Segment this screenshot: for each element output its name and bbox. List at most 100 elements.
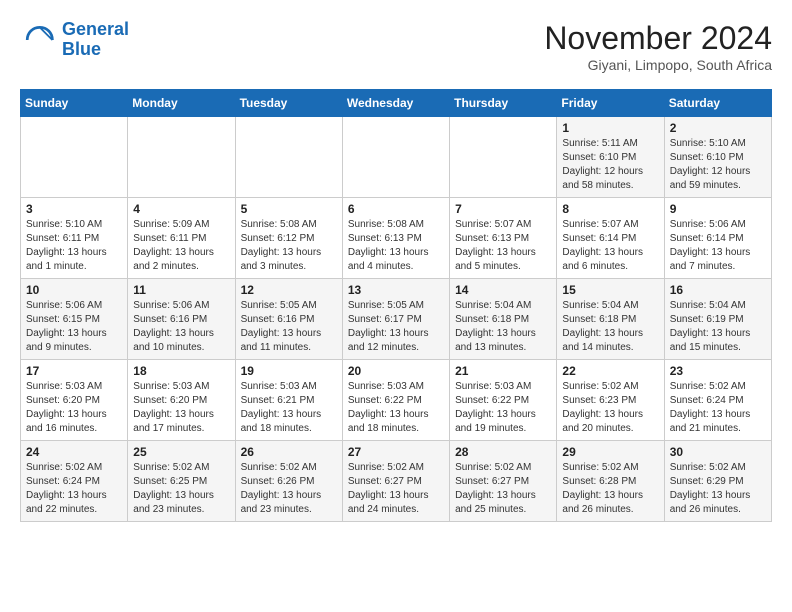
calendar-body: 1Sunrise: 5:11 AM Sunset: 6:10 PM Daylig… xyxy=(21,117,772,522)
day-info: Sunrise: 5:04 AM Sunset: 6:18 PM Dayligh… xyxy=(562,299,658,355)
calendar-day-cell: 17Sunrise: 5:03 AM Sunset: 6:20 PM Dayli… xyxy=(21,360,128,441)
day-info: Sunrise: 5:02 AM Sunset: 6:24 PM Dayligh… xyxy=(670,380,766,436)
day-number: 26 xyxy=(241,445,337,459)
calendar-day-cell: 26 Sunrise: 5:02 AM Sunset: 6:26 PM Dayli… xyxy=(235,441,342,522)
day-number: 3 xyxy=(26,202,122,216)
calendar-day-cell xyxy=(342,117,449,198)
calendar-day-cell: 29 Sunrise: 5:02 AM Sunset: 6:28 PM Dayli… xyxy=(557,441,664,522)
calendar-day-cell: 1Sunrise: 5:11 AM Sunset: 6:10 PM Daylig… xyxy=(557,117,664,198)
calendar-weekday-header: Tuesday xyxy=(235,90,342,117)
day-number: 27 xyxy=(348,445,444,459)
calendar-week-row: 24 Sunrise: 5:02 AM Sunset: 6:24 PM Dayli… xyxy=(21,441,772,522)
calendar-weekday-header: Wednesday xyxy=(342,90,449,117)
day-number: 28 xyxy=(455,445,551,459)
calendar-day-cell: 12Sunrise: 5:05 AM Sunset: 6:16 PM Dayli… xyxy=(235,279,342,360)
calendar-day-cell: 3 Sunrise: 5:10 AM Sunset: 6:11 PM Daylig… xyxy=(21,198,128,279)
calendar-day-cell: 7 Sunrise: 5:07 AM Sunset: 6:13 PM Daylig… xyxy=(450,198,557,279)
day-info: Sunrise: 5:03 AM Sunset: 6:20 PM Dayligh… xyxy=(133,380,229,436)
day-info: Sunrise: 5:06 AM Sunset: 6:14 PM Dayligh… xyxy=(670,218,766,274)
day-number: 11 xyxy=(133,283,229,297)
day-info: Sunrise: 5:04 AM Sunset: 6:19 PM Dayligh… xyxy=(670,299,766,355)
day-number: 22 xyxy=(562,364,658,378)
calendar-day-cell: 14 Sunrise: 5:04 AM Sunset: 6:18 PM Dayli… xyxy=(450,279,557,360)
calendar-day-cell: 27 Sunrise: 5:02 AM Sunset: 6:27 PM Dayli… xyxy=(342,441,449,522)
calendar-day-cell: 8 Sunrise: 5:07 AM Sunset: 6:14 PM Daylig… xyxy=(557,198,664,279)
day-number: 8 xyxy=(562,202,658,216)
calendar-day-cell: 28 Sunrise: 5:02 AM Sunset: 6:27 PM Dayli… xyxy=(450,441,557,522)
logo-line1: General xyxy=(62,19,129,39)
day-info: Sunrise: 5:04 AM Sunset: 6:18 PM Dayligh… xyxy=(455,299,551,355)
day-number: 19 xyxy=(241,364,337,378)
calendar-day-cell: 13Sunrise: 5:05 AM Sunset: 6:17 PM Dayli… xyxy=(342,279,449,360)
day-info: Sunrise: 5:06 AM Sunset: 6:15 PM Dayligh… xyxy=(26,299,122,355)
day-number: 25 xyxy=(133,445,229,459)
day-number: 16 xyxy=(670,283,766,297)
day-number: 30 xyxy=(670,445,766,459)
day-info: Sunrise: 5:10 AM Sunset: 6:11 PM Dayligh… xyxy=(26,218,122,274)
day-number: 29 xyxy=(562,445,658,459)
logo-text: General Blue xyxy=(62,20,129,60)
day-number: 9 xyxy=(670,202,766,216)
day-info: Sunrise: 5:02 AM Sunset: 6:26 PM Dayligh… xyxy=(241,461,337,517)
calendar-weekday-header: Friday xyxy=(557,90,664,117)
day-number: 17 xyxy=(26,364,122,378)
calendar-week-row: 1Sunrise: 5:11 AM Sunset: 6:10 PM Daylig… xyxy=(21,117,772,198)
day-info: Sunrise: 5:08 AM Sunset: 6:13 PM Dayligh… xyxy=(348,218,444,274)
calendar-day-cell: 5 Sunrise: 5:08 AM Sunset: 6:12 PM Daylig… xyxy=(235,198,342,279)
day-number: 7 xyxy=(455,202,551,216)
day-info: Sunrise: 5:02 AM Sunset: 6:29 PM Dayligh… xyxy=(670,461,766,517)
calendar-day-cell: 4Sunrise: 5:09 AM Sunset: 6:11 PM Daylig… xyxy=(128,198,235,279)
day-number: 15 xyxy=(562,283,658,297)
day-number: 1 xyxy=(562,121,658,135)
day-info: Sunrise: 5:02 AM Sunset: 6:24 PM Dayligh… xyxy=(26,461,122,517)
calendar-day-cell: 21 Sunrise: 5:03 AM Sunset: 6:22 PM Dayli… xyxy=(450,360,557,441)
title-block: November 2024 Giyani, Limpopo, South Afr… xyxy=(544,20,772,73)
month-title: November 2024 xyxy=(544,20,772,57)
calendar-day-cell: 30 Sunrise: 5:02 AM Sunset: 6:29 PM Dayli… xyxy=(664,441,771,522)
day-info: Sunrise: 5:05 AM Sunset: 6:17 PM Dayligh… xyxy=(348,299,444,355)
day-info: Sunrise: 5:02 AM Sunset: 6:27 PM Dayligh… xyxy=(455,461,551,517)
day-info: Sunrise: 5:10 AM Sunset: 6:10 PM Dayligh… xyxy=(670,137,766,193)
calendar-week-row: 17 Sunrise: 5:03 AM Sunset: 6:20 PM Dayli… xyxy=(21,360,772,441)
day-number: 6 xyxy=(348,202,444,216)
calendar-day-cell xyxy=(128,117,235,198)
calendar-weekday-header: Thursday xyxy=(450,90,557,117)
day-info: Sunrise: 5:09 AM Sunset: 6:11 PM Dayligh… xyxy=(133,218,229,274)
page-header: General Blue November 2024 Giyani, Limpo… xyxy=(20,20,772,73)
calendar-weekday-header: Saturday xyxy=(664,90,771,117)
calendar-week-row: 3 Sunrise: 5:10 AM Sunset: 6:11 PM Daylig… xyxy=(21,198,772,279)
calendar-day-cell: 22Sunrise: 5:02 AM Sunset: 6:23 PM Dayli… xyxy=(557,360,664,441)
logo-line2: Blue xyxy=(62,39,101,59)
day-info: Sunrise: 5:06 AM Sunset: 6:16 PM Dayligh… xyxy=(133,299,229,355)
location-subtitle: Giyani, Limpopo, South Africa xyxy=(544,57,772,73)
calendar-day-cell: 11 Sunrise: 5:06 AM Sunset: 6:16 PM Dayli… xyxy=(128,279,235,360)
day-number: 2 xyxy=(670,121,766,135)
day-info: Sunrise: 5:03 AM Sunset: 6:21 PM Dayligh… xyxy=(241,380,337,436)
day-info: Sunrise: 5:03 AM Sunset: 6:22 PM Dayligh… xyxy=(348,380,444,436)
day-number: 20 xyxy=(348,364,444,378)
calendar-day-cell: 23 Sunrise: 5:02 AM Sunset: 6:24 PM Dayli… xyxy=(664,360,771,441)
day-info: Sunrise: 5:07 AM Sunset: 6:13 PM Dayligh… xyxy=(455,218,551,274)
calendar-header-row: SundayMondayTuesdayWednesdayThursdayFrid… xyxy=(21,90,772,117)
logo: General Blue xyxy=(20,20,129,60)
day-info: Sunrise: 5:08 AM Sunset: 6:12 PM Dayligh… xyxy=(241,218,337,274)
calendar-day-cell: 19 Sunrise: 5:03 AM Sunset: 6:21 PM Dayli… xyxy=(235,360,342,441)
day-info: Sunrise: 5:07 AM Sunset: 6:14 PM Dayligh… xyxy=(562,218,658,274)
calendar-table: SundayMondayTuesdayWednesdayThursdayFrid… xyxy=(20,89,772,522)
calendar-day-cell: 6 Sunrise: 5:08 AM Sunset: 6:13 PM Daylig… xyxy=(342,198,449,279)
day-number: 24 xyxy=(26,445,122,459)
day-info: Sunrise: 5:02 AM Sunset: 6:27 PM Dayligh… xyxy=(348,461,444,517)
calendar-day-cell: 20 Sunrise: 5:03 AM Sunset: 6:22 PM Dayli… xyxy=(342,360,449,441)
day-number: 23 xyxy=(670,364,766,378)
calendar-weekday-header: Sunday xyxy=(21,90,128,117)
day-number: 14 xyxy=(455,283,551,297)
day-info: Sunrise: 5:02 AM Sunset: 6:28 PM Dayligh… xyxy=(562,461,658,517)
day-number: 12 xyxy=(241,283,337,297)
calendar-day-cell: 18Sunrise: 5:03 AM Sunset: 6:20 PM Dayli… xyxy=(128,360,235,441)
day-number: 5 xyxy=(241,202,337,216)
calendar-day-cell xyxy=(235,117,342,198)
day-number: 21 xyxy=(455,364,551,378)
calendar-week-row: 10Sunrise: 5:06 AM Sunset: 6:15 PM Dayli… xyxy=(21,279,772,360)
calendar-day-cell: 15 Sunrise: 5:04 AM Sunset: 6:18 PM Dayli… xyxy=(557,279,664,360)
day-info: Sunrise: 5:03 AM Sunset: 6:22 PM Dayligh… xyxy=(455,380,551,436)
